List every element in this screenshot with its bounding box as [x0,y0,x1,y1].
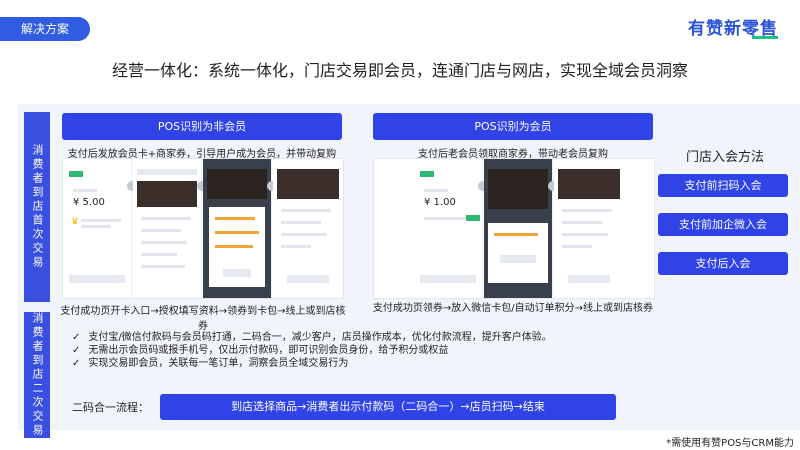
non-member-screenshots: ¥ 5.00 ♛ [62,158,344,299]
crown-icon: ♛ [71,217,80,227]
side-label-first-visit: 消费者到店首次交易 [24,112,50,302]
phone-screen-pay-success: ¥ 1.00 [414,159,483,298]
page-headline: 经营一体化：系统一体化，门店交易即会员，连通门店与网店，实现全域会员洞察 [111,61,688,80]
pos-non-member-button[interactable]: POS识别为非会员 [62,113,342,140]
section-tag: 解决方案 [0,17,90,41]
method-scan-before-pay-button[interactable]: 支付前扫码入会 [658,174,788,197]
list-item-text: 支付宝/微信付款码与会员码打通，二码合一，减少客户，店员操作成本，优化付款流程，… [88,332,552,343]
phone-screen-coupon-popup [484,159,553,298]
list-item: ✓ 无需出示会员码或报手机号，仅出示付款码，即可识别会员身份，给予积分或权益 [72,344,632,357]
phone-screen-pay-success: ¥ 5.00 ♛ [63,159,132,298]
benefit-list: ✓ 支付宝/微信付款码与会员码打通，二码合一，减少客户，店员操作成本，优化付款流… [72,331,632,370]
phone-screen-card [133,159,202,298]
list-item: ✓ 实现交易即会员，关联每一笔订单，洞察会员全域交易行为 [72,357,632,370]
phone-screen-wallet [273,159,343,298]
list-item-text: 无需出示会员码或报手机号，仅出示付款码，即可识别会员身份，给予积分或权益 [88,345,449,356]
pay-amount: ¥ 5.00 [73,197,105,208]
flow-label: 二码合一流程： [72,401,149,414]
member-caption: 支付成功页领券→放入微信卡包/自动订单积分→线上或到店核券 [372,303,654,314]
footnote: *需使用有赞POS与CRM能力 [666,438,794,449]
non-member-caption: 支付成功页开卡入口→授权填写资料→领券到卡包→线上或到店核券 [60,306,346,332]
phone-screen-wallet [554,159,624,298]
check-icon: ✓ [72,332,81,343]
check-icon: ✓ [72,345,81,356]
methods-title: 门店入会方法 [685,150,764,165]
phone-screen-coupon-popup [203,159,272,298]
pay-amount: ¥ 1.00 [424,197,456,208]
flow-steps-bar: 到店选择商品→消费者出示付款码（二码合一）→店员扫码→结束 [160,394,616,420]
list-item-text: 实现交易即会员，关联每一笔订单，洞察会员全域交易行为 [88,358,349,369]
list-item: ✓ 支付宝/微信付款码与会员码打通，二码合一，减少客户，店员操作成本，优化付款流… [72,331,632,344]
brand-logo-accent [752,36,778,39]
member-screenshots: ¥ 1.00 [373,158,655,299]
method-after-pay-button[interactable]: 支付后入会 [658,252,788,275]
side-label-second-visit: 消费者到店二次交易 [24,312,50,438]
check-icon: ✓ [72,358,81,369]
method-wecom-before-pay-button[interactable]: 支付前加企微入会 [658,213,788,236]
pos-member-button[interactable]: POS识别为会员 [373,113,653,140]
